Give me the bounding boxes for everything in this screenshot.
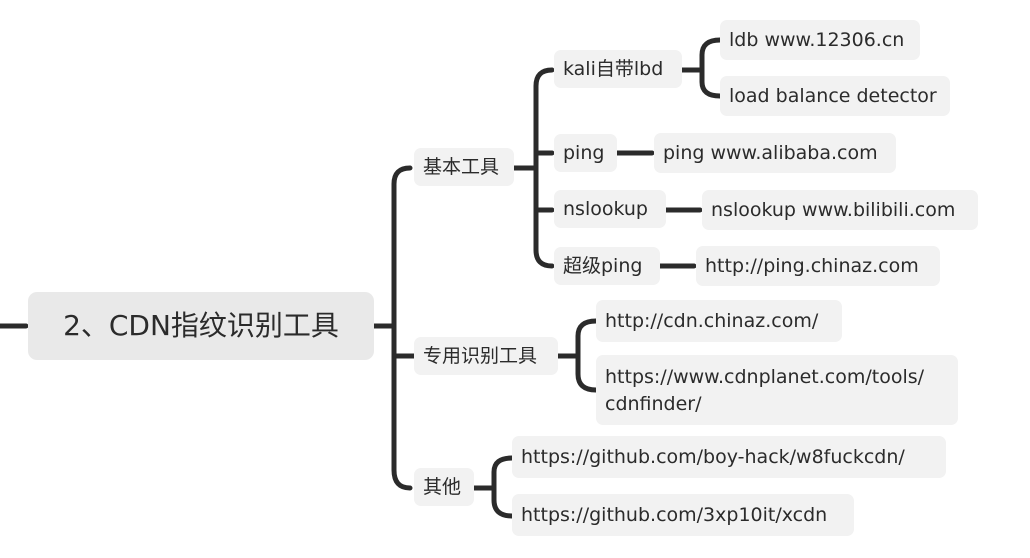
tool-node-super-ping[interactable]: 超级ping xyxy=(554,247,660,285)
leaf-cdnplanet-url-label: https://www.cdnplanet.com/tools/ cdnfind… xyxy=(605,366,925,415)
leaf-ldb-command-label: ldb www.12306.cn xyxy=(729,29,905,51)
category-other-label: 其他 xyxy=(423,476,462,498)
leaf-cdnplanet-url[interactable]: https://www.cdnplanet.com/tools/ cdnfind… xyxy=(596,355,958,425)
category-dedicated-tools[interactable]: 专用识别工具 xyxy=(414,337,558,375)
category-basic-tools-label: 基本工具 xyxy=(423,156,500,178)
tool-node-ping[interactable]: ping xyxy=(554,134,617,172)
leaf-super-ping-url[interactable]: http://ping.chinaz.com xyxy=(696,246,940,286)
leaf-w8fuckcdn-url-label: https://github.com/boy-hack/w8fuckcdn/ xyxy=(521,446,905,468)
leaf-ldb-command[interactable]: ldb www.12306.cn xyxy=(720,20,920,60)
leaf-nslookup-command[interactable]: nslookup www.bilibili.com xyxy=(702,190,978,230)
tool-node-kali-lbd[interactable]: kali自带lbd xyxy=(554,50,682,88)
tool-node-nslookup-label: nslookup xyxy=(563,198,648,220)
leaf-cdn-chinaz-url-label: http://cdn.chinaz.com/ xyxy=(605,310,819,332)
category-basic-tools[interactable]: 基本工具 xyxy=(414,148,514,186)
leaf-ping-command-label: ping www.alibaba.com xyxy=(663,142,878,164)
leaf-nslookup-command-label: nslookup www.bilibili.com xyxy=(711,199,956,221)
tool-node-nslookup[interactable]: nslookup xyxy=(554,190,666,228)
category-dedicated-tools-label: 专用识别工具 xyxy=(423,345,538,367)
tool-node-ping-label: ping xyxy=(563,142,605,164)
tool-node-kali-lbd-label: kali自带lbd xyxy=(563,58,664,80)
category-other[interactable]: 其他 xyxy=(414,468,474,506)
root-node[interactable]: 2、CDN指纹识别工具 xyxy=(28,292,374,360)
tool-node-super-ping-label: 超级ping xyxy=(563,255,643,277)
leaf-load-balance-detector[interactable]: load balance detector xyxy=(720,76,950,116)
leaf-xcdn-url-label: https://github.com/3xp10it/xcdn xyxy=(521,504,828,526)
leaf-cdn-chinaz-url[interactable]: http://cdn.chinaz.com/ xyxy=(596,300,842,342)
leaf-ping-command[interactable]: ping www.alibaba.com xyxy=(654,133,896,173)
leaf-xcdn-url[interactable]: https://github.com/3xp10it/xcdn xyxy=(512,494,854,536)
leaf-super-ping-url-label: http://ping.chinaz.com xyxy=(705,255,919,277)
leaf-load-balance-detector-label: load balance detector xyxy=(729,85,937,107)
leaf-w8fuckcdn-url[interactable]: https://github.com/boy-hack/w8fuckcdn/ xyxy=(512,436,946,478)
root-node-label: 2、CDN指纹识别工具 xyxy=(63,309,339,342)
